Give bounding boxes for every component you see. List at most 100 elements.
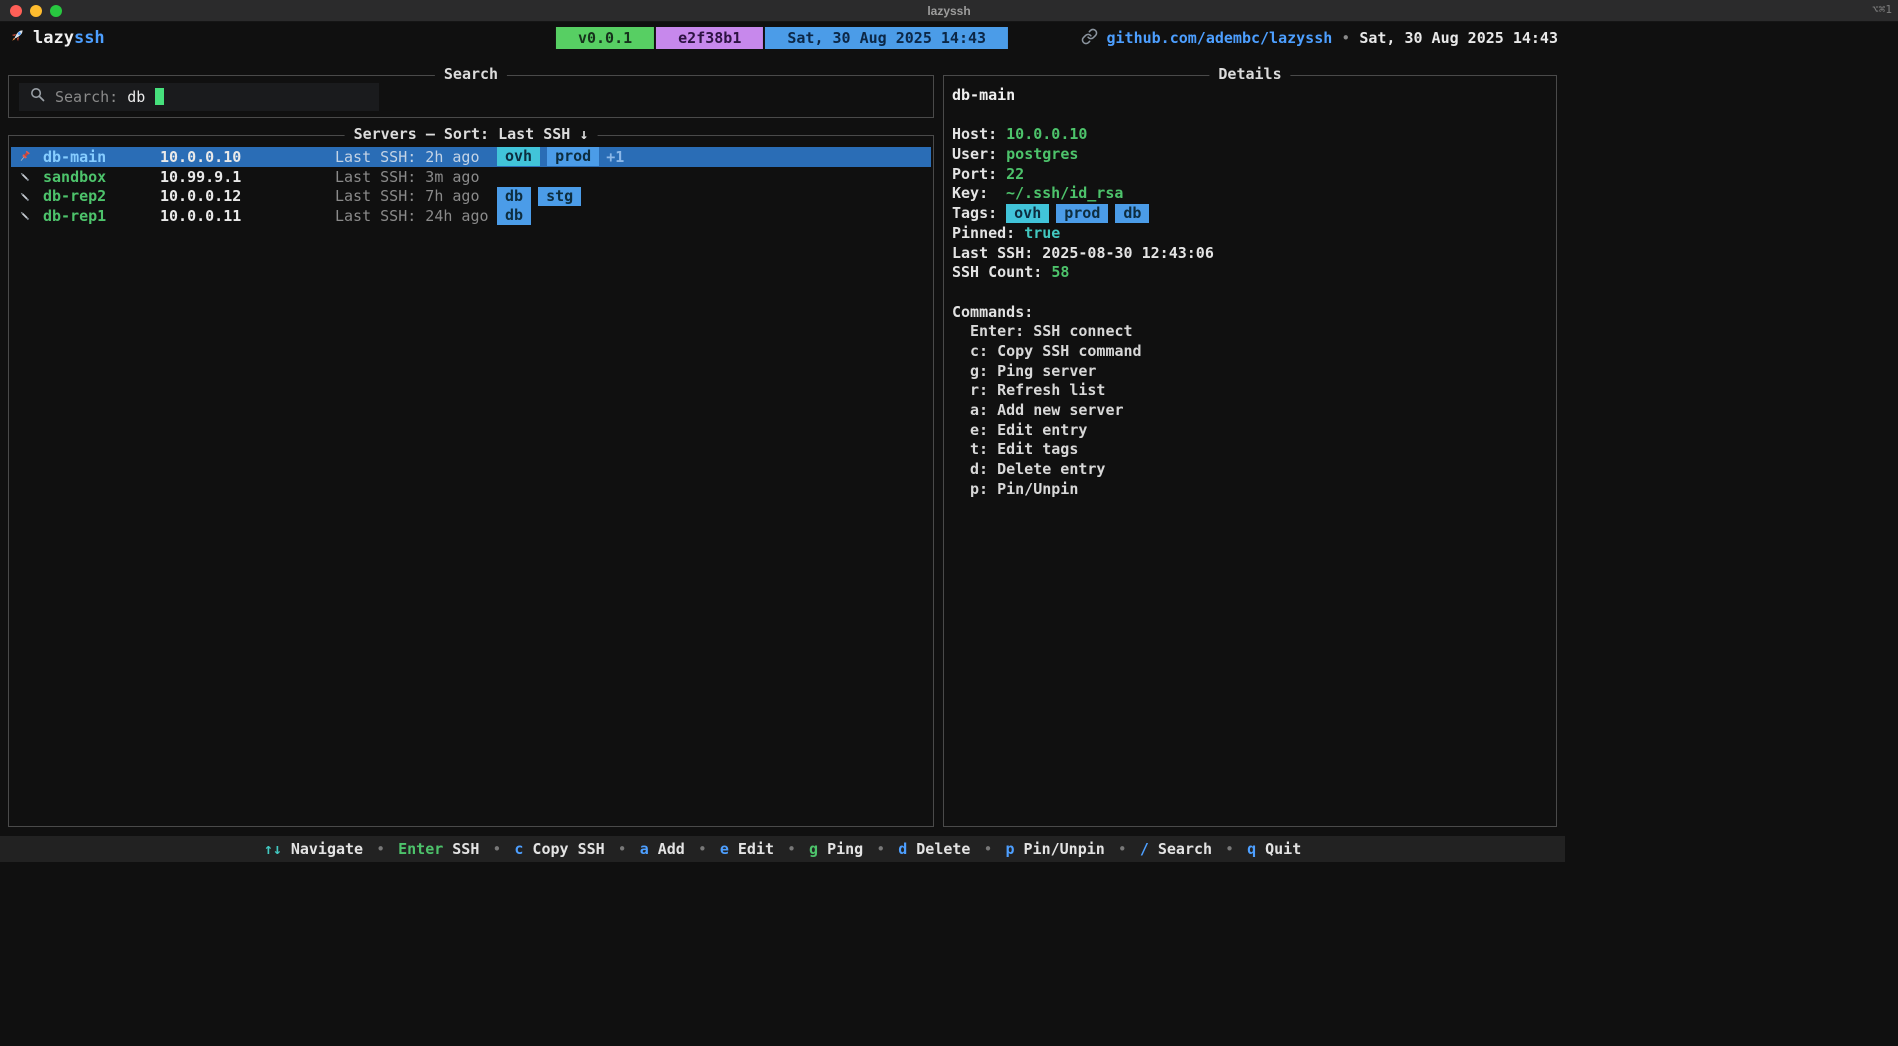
details-tags: Tags: ovh prod db (952, 204, 1548, 224)
field-value: 58 (1051, 263, 1070, 282)
footer-action-navigate[interactable]: ↑↓ Navigate (264, 840, 363, 858)
footer-label: Delete (916, 840, 971, 858)
footer-key: p (1005, 840, 1015, 858)
command-hint: c: Copy SSH command (970, 341, 1142, 360)
servers-panel: Servers — Sort: Last SSH ↓ db-main 10.0.… (8, 125, 934, 827)
field-value: 22 (1006, 164, 1025, 183)
tag-badge: prod (547, 147, 600, 167)
header-badges: v0.0.1 e2f38b1 Sat, 30 Aug 2025 14:43 (555, 27, 1009, 49)
footer-action-ping[interactable]: g Ping (809, 840, 863, 858)
command-hint: p: Pin/Unpin (970, 479, 1079, 498)
tag-badge: db (497, 206, 532, 226)
footer-action-search[interactable]: / Search (1140, 840, 1212, 858)
search-panel: Search Search: db (8, 65, 934, 118)
server-name: sandbox (43, 167, 107, 186)
link-icon (1081, 28, 1098, 49)
footer-key: q (1247, 840, 1257, 858)
server-row[interactable]: db-rep2 10.0.0.12 Last SSH: 7h ago db stg (11, 186, 931, 206)
zoom-window-button[interactable] (50, 5, 62, 17)
footer-label: SSH (452, 840, 480, 858)
footer-key: a (639, 840, 649, 858)
tag-badge: db (497, 186, 532, 206)
server-row[interactable]: db-main 10.0.0.10 Last SSH: 2h ago ovh pr… (11, 147, 931, 167)
footer-action-ssh[interactable]: Enter SSH (398, 840, 479, 858)
app-name: lazy (33, 28, 74, 48)
footer-action-edit[interactable]: e Edit (720, 840, 774, 858)
server-last-ssh: Last SSH: 2h ago (335, 147, 480, 166)
commands-title: Commands: (952, 302, 1034, 321)
footer-label: Edit (737, 840, 775, 858)
details-panel-title: Details (1209, 65, 1291, 83)
field-label: Pinned: (952, 223, 1016, 242)
footer-separator: • (697, 840, 707, 858)
details-field: User: postgres (952, 145, 1548, 165)
minimize-window-button[interactable] (30, 5, 42, 17)
field-label: Tags: (952, 204, 998, 223)
server-ip: 10.0.0.12 (160, 187, 242, 206)
server-ip: 10.0.0.10 (160, 147, 242, 166)
details-field: Pinned: true (952, 224, 1548, 244)
footer-key: Enter (398, 840, 444, 858)
field-value: 10.0.0.10 (1006, 125, 1088, 144)
search-input[interactable]: Search: db (19, 82, 379, 111)
field-label: Port: (952, 164, 998, 183)
footer-action-add[interactable]: a Add (640, 840, 685, 858)
field-label: User: (952, 145, 998, 164)
tag-badge: stg (538, 186, 582, 206)
version-badge: v0.0.1 (555, 27, 655, 49)
footer-key: c (514, 840, 524, 858)
footer-label: Navigate (290, 840, 364, 858)
search-label: Search: (55, 87, 119, 106)
server-tags: db (497, 206, 532, 226)
server-row[interactable]: db-rep1 10.0.0.11 Last SSH: 24h ago db (11, 206, 931, 226)
footer-separator: • (876, 840, 886, 858)
window-title: lazyssh (927, 3, 971, 18)
footer-separator: • (1117, 840, 1127, 858)
footer-separator: • (787, 840, 797, 858)
server-row[interactable]: sandbox 10.99.9.1 Last SSH: 3m ago (11, 167, 931, 187)
tag-badge: db (1115, 204, 1150, 224)
pencil-icon (17, 208, 43, 223)
command-hint: Enter: SSH connect (970, 322, 1133, 341)
footer-action-pin-unpin[interactable]: p Pin/Unpin (1005, 840, 1104, 858)
pencil-icon (17, 169, 43, 184)
command-hint: a: Add new server (970, 401, 1124, 419)
header-separator: • (1341, 29, 1351, 47)
server-name: db-rep1 (43, 206, 107, 225)
server-ip: 10.99.9.1 (160, 167, 242, 186)
date-badge: Sat, 30 Aug 2025 14:43 (765, 27, 1009, 49)
footer-key: / (1139, 840, 1149, 858)
tag-badge: ovh (497, 147, 541, 167)
servers-panel-title: Servers — Sort: Last SSH ↓ (344, 125, 598, 143)
details-body: db-main Host: 10.0.0.10 User: postgres Port: 2… (944, 76, 1556, 499)
close-window-button[interactable] (10, 5, 22, 17)
traffic-lights (10, 5, 62, 17)
details-tag-list: ovh prod db (1006, 204, 1150, 224)
server-tags: ovh prod +1 (497, 147, 625, 167)
field-label: Host: (952, 125, 998, 144)
text-cursor (155, 88, 165, 105)
field-label: Last SSH: (952, 243, 1034, 262)
header-right: github.com/adembc/lazyssh • Sat, 30 Aug … (1081, 22, 1558, 54)
app-name-accent: ssh (73, 28, 105, 48)
repo-link[interactable]: github.com/adembc/lazyssh (1107, 29, 1333, 47)
details-field: SSH Count: 58 (952, 263, 1548, 283)
window-titlebar[interactable]: lazyssh ⌥⌘1 (0, 0, 1898, 22)
footer-key: g (809, 840, 819, 858)
details-field: Last SSH: 2025-08-30 12:43:06 (952, 244, 1548, 264)
footer-separator: • (1225, 840, 1235, 858)
command-hint: t: Edit tags (970, 440, 1079, 459)
extra-tags-count: +1 (606, 147, 625, 166)
app-brand: lazyssh (8, 22, 105, 54)
tag-badge: prod (1056, 204, 1109, 224)
footer-action-delete[interactable]: d Delete (898, 840, 970, 858)
details-panel: Details db-main Host: 10.0.0.10 User: postgr… (943, 65, 1557, 827)
pin-icon (17, 149, 43, 164)
footer-action-copy-ssh[interactable]: c Copy SSH (514, 840, 604, 858)
details-server-name: db-main (952, 86, 1016, 104)
footer-action-quit[interactable]: q Quit (1247, 840, 1301, 858)
footer-key: ↑↓ (263, 840, 282, 858)
magnifier-icon (29, 86, 46, 107)
footer-label: Pin/Unpin (1023, 840, 1105, 858)
field-label: Key: (952, 184, 989, 203)
